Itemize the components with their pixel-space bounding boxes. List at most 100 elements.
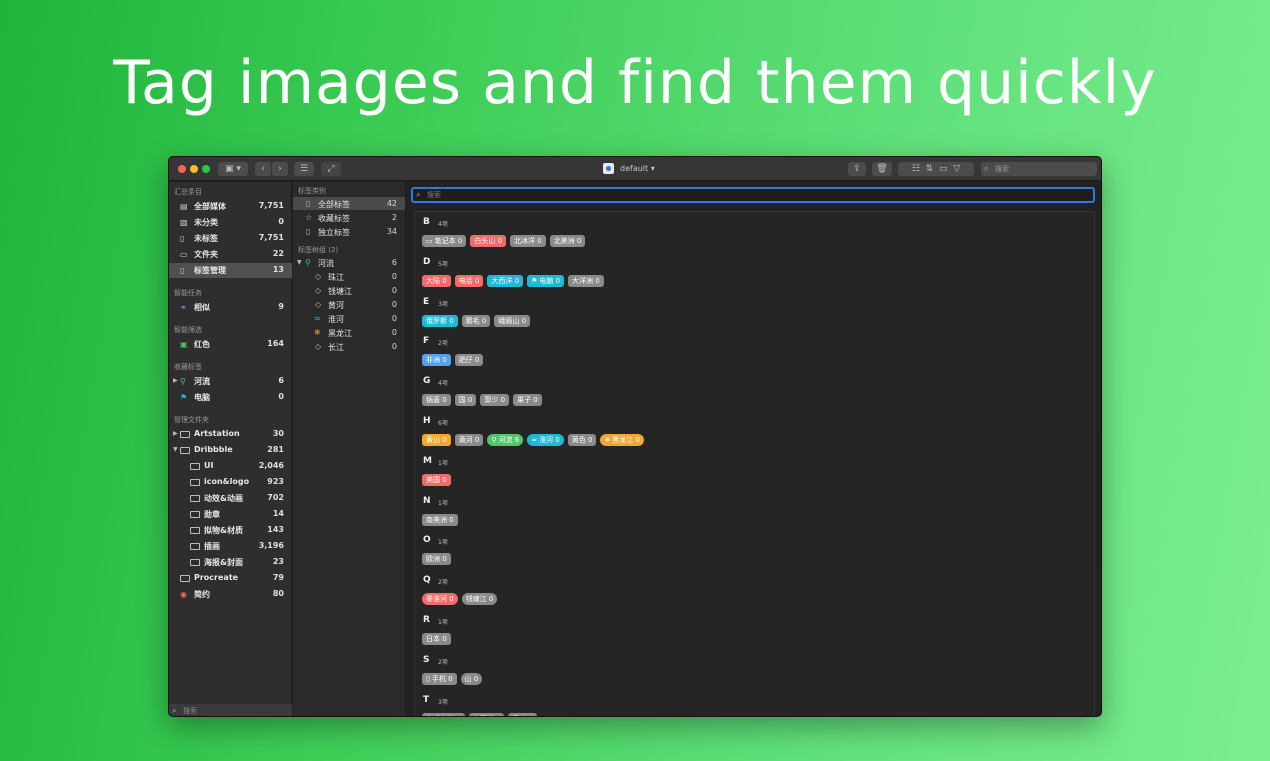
tag-chip[interactable]: 钱塘江 0 (461, 593, 498, 606)
tag-chip[interactable]: 果子 0 (513, 394, 542, 407)
tag-chip[interactable]: 锅蓋 0 (422, 394, 451, 407)
group-count: 1项 (438, 539, 448, 547)
close-window-button[interactable] (178, 165, 186, 173)
category-favorite-tags[interactable]: ☆ 收藏标签 2 (293, 211, 405, 224)
tree-label: 黑龙江 (328, 329, 352, 338)
tree-child-qiantang[interactable]: ◇ 钱塘江 0 (293, 284, 405, 297)
toolbar-search-input[interactable]: ⌕ 搜索 (981, 162, 1097, 176)
sidebar-search-input[interactable]: ⌕ 搜索 (169, 704, 292, 716)
tree-child-pearl-river[interactable]: ◇ 珠江 0 (293, 270, 405, 283)
tag-chip[interactable]: 日本 0 (422, 633, 451, 645)
folder-icon (190, 463, 200, 470)
tag-chip[interactable]: 峨眉山 0 (494, 314, 531, 327)
view-options-group[interactable]: ☷ ⇅ ▭ ▽ (898, 162, 974, 176)
sidebar-item-uncategorized[interactable]: ▨ 未分类 0 (169, 215, 292, 230)
disclosure-right-icon[interactable]: ▶ (173, 430, 178, 437)
minimize-window-button[interactable] (190, 165, 198, 173)
folder-motion[interactable]: 动效&动画 702 (169, 491, 292, 506)
sidebar-item-tag-management[interactable]: ▯ 标签管理 13 (169, 263, 292, 278)
tag-chip-label: 俄罗斯 0 (426, 316, 454, 325)
sidebar-item-similar[interactable]: ⚭ 相似 9 (169, 300, 292, 315)
tree-child-huai-river[interactable]: ≈ 淮河 0 (293, 312, 405, 325)
tag-chip[interactable]: ⚑ 电脑 0 (527, 274, 565, 287)
tag-chip[interactable]: 泰山 0 (508, 712, 538, 716)
tag-chip[interactable]: 北美洲 0 (549, 235, 586, 247)
tag-chip[interactable]: 电话 0 (454, 274, 484, 287)
tag-chip[interactable]: 黄山 0 (422, 434, 451, 446)
tag-chip[interactable]: ▯ 手机 0 (422, 672, 457, 685)
back-button[interactable]: ‹ (255, 162, 271, 176)
tag-chip[interactable]: ⚲ 河流 6 (487, 434, 524, 446)
bicycle-icon: ⚲ (180, 377, 186, 386)
tag-chip[interactable]: 大洋洲 0 (568, 274, 604, 287)
folder-skeuomorph[interactable]: 拟物&材质 143 (169, 523, 292, 538)
disclosure-down-icon[interactable]: ▼ (297, 259, 302, 266)
tag-chip[interactable]: 肥仔 0 (454, 354, 484, 367)
tag-chip[interactable]: 大陆 0 (422, 274, 451, 287)
tag-chip[interactable]: ❄ 黑龙江 0 (600, 434, 645, 446)
tag-chip[interactable]: ≈ 淮河 0 (527, 434, 564, 446)
library-selector[interactable]: default ▾ (603, 163, 655, 175)
tag-chip[interactable]: 欧洲 0 (422, 553, 451, 566)
tag-chip[interactable]: 黄色 0 (567, 434, 597, 446)
tag-chip[interactable]: 大西洋 0 (487, 274, 524, 287)
tag-chip[interactable]: 黄河 0 (454, 434, 484, 446)
tag-chip[interactable]: 白头山 0 (470, 235, 506, 247)
sidebar-item-untagged[interactable]: ▯ 未标签 7,751 (169, 231, 292, 246)
tag-chip-label: 鹅毛 0 (465, 316, 487, 325)
tree-root-river[interactable]: ▼ ⚲ 河流 6 (293, 256, 405, 269)
tag-chip[interactable]: 太平洋 0 (468, 712, 505, 716)
tag-chip[interactable]: 鹅毛 0 (461, 314, 491, 327)
tag-chip[interactable]: ▭ 笔记本 0 (422, 235, 467, 247)
tree-child-heilongjiang[interactable]: ❄ 黑龙江 0 (293, 326, 405, 339)
forward-button[interactable]: › (272, 162, 288, 176)
folder-poster[interactable]: 海报&封面 23 (169, 555, 292, 570)
folder-minimal[interactable]: ◉ 简约 80 (169, 587, 292, 602)
trash-button[interactable]: 🗑 (872, 162, 892, 176)
disclosure-down-icon[interactable]: ▼ (173, 446, 178, 453)
tag-chip-label: 河流 6 (498, 436, 520, 444)
sidebar-item-computer[interactable]: ⚑ 电脑 0 (169, 390, 292, 405)
tag-search-input[interactable]: ⌕ 搜索 (411, 187, 1095, 203)
list-view-button[interactable]: ☰ (294, 162, 314, 176)
sidebar-item-red[interactable]: ▣ 红色 164 (169, 337, 292, 352)
sidebar-icon: ▣ ▾ (225, 164, 241, 174)
category-independent-tags[interactable]: ▯ 独立标签 34 (293, 225, 405, 238)
folder-procreate[interactable]: Procreate 79 (169, 571, 292, 586)
folder-count: 2,046 (258, 461, 284, 470)
disclosure-right-icon[interactable]: ▶ (173, 377, 178, 384)
folder-badges[interactable]: 勋章 14 (169, 507, 292, 522)
folder-illustration[interactable]: 插画 3,196 (169, 539, 292, 554)
folder-artstation[interactable]: ▶ Artstation 30 (169, 427, 292, 442)
tree-count: 0 (391, 314, 397, 323)
tree-child-yangtze[interactable]: ◇ 长江 0 (293, 340, 405, 353)
tree-child-yellow-river[interactable]: ◇ 黄河 0 (293, 298, 405, 311)
tag-chip[interactable]: 国 0 (454, 394, 477, 407)
tag-chip[interactable]: 非洲 0 (422, 354, 451, 367)
group-letter: D (423, 256, 431, 267)
sidebar-toggle-button[interactable]: ▣ ▾ (218, 162, 248, 176)
folder-icon-logo[interactable]: icon&logo 923 (169, 475, 292, 490)
sidebar-item-all-media[interactable]: ▤ 全部媒体 7,751 (169, 199, 292, 214)
tag-category-header: 标签类别 (298, 187, 326, 195)
folder-ui[interactable]: UI 2,046 (169, 459, 292, 474)
tag-chip-label: 电脑 0 (539, 276, 561, 285)
tag-chip[interactable]: 山 0 (460, 672, 483, 685)
tag-chip-label: 钱塘江 0 (465, 595, 494, 604)
tag-chip[interactable]: 俄罗斯 0 (422, 314, 458, 327)
snowflake-icon: ❄ (604, 436, 611, 444)
folder-dribbble[interactable]: ▼ Dribbble 281 (169, 443, 292, 458)
category-all-tags[interactable]: ▯ 全部标签 42 (293, 197, 405, 210)
tag-icon: ◇ (315, 342, 322, 351)
tag-chip[interactable]: 郭少 0 (480, 394, 510, 407)
sidebar-item-folders[interactable]: ▭ 文件夹 22 (169, 247, 292, 262)
share-button[interactable]: ⇪ (848, 162, 866, 176)
expand-button[interactable]: ⤢ (321, 162, 341, 176)
zoom-window-button[interactable] (202, 165, 210, 173)
tag-chip[interactable]: 北冰洋 0 (510, 235, 546, 247)
tag-chip[interactable]: 秦淮河 0 (422, 593, 458, 606)
tag-chip[interactable]: 台式电脑 0 (422, 712, 465, 716)
tag-chip[interactable]: 美国 0 (422, 473, 451, 486)
sidebar-item-river[interactable]: ▶ ⚲ 河流 6 (169, 374, 292, 389)
tag-chip[interactable]: 南美洲 0 (422, 513, 458, 526)
